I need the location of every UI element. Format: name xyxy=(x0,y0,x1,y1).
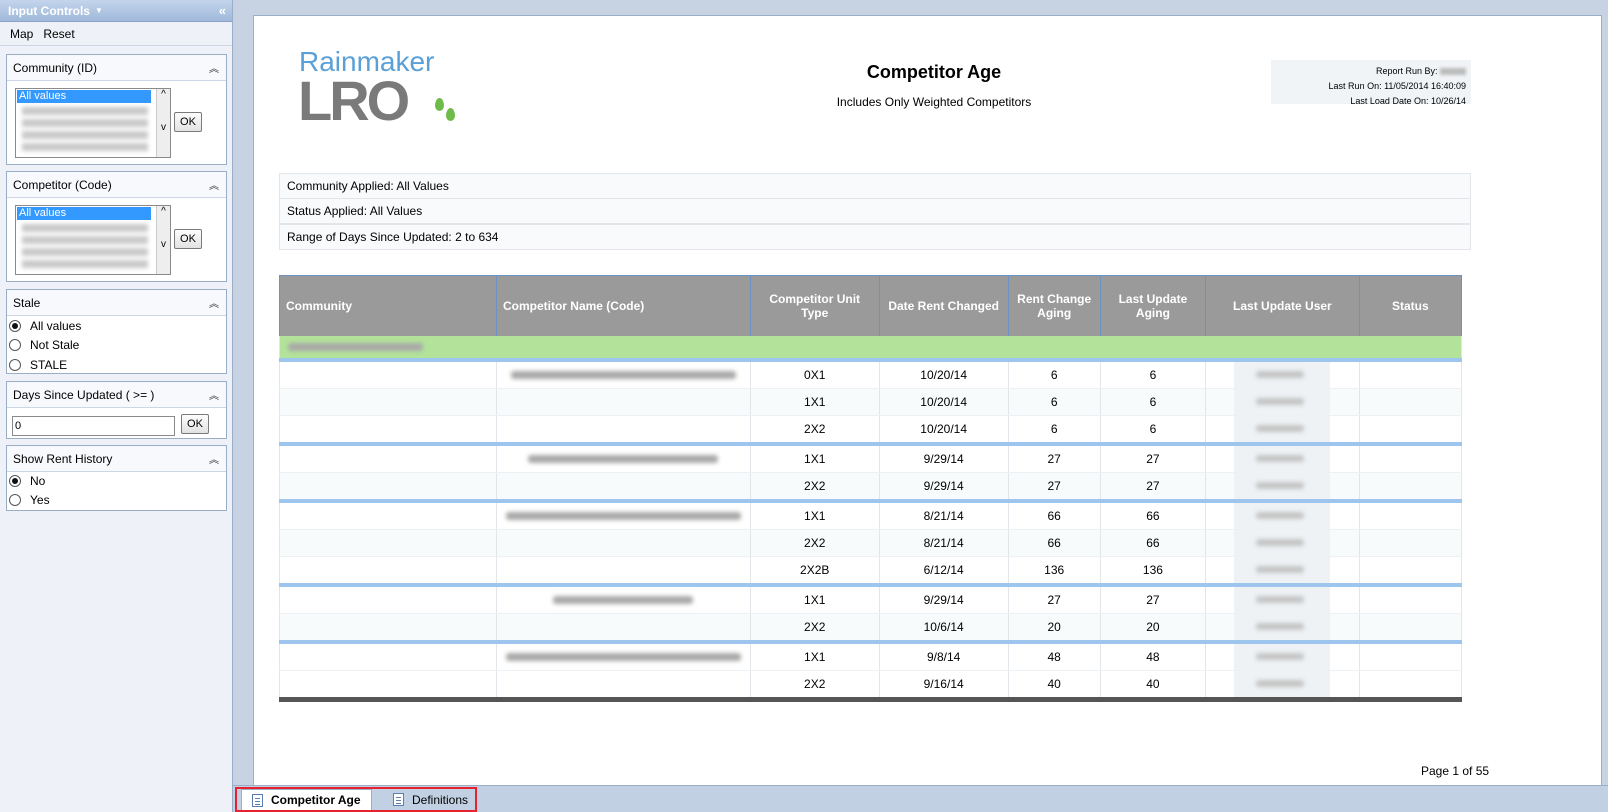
run-by-label: Report Run By: xyxy=(1375,66,1438,76)
report-tabs: Competitor Age Definitions xyxy=(233,785,1608,812)
competitor-ok-button[interactable]: OK xyxy=(174,229,202,249)
stale-label: Stale xyxy=(13,295,41,310)
table-row: 1X1 9/8/14 48 48 xyxy=(279,639,1463,671)
table-row: 2X2 10/20/14 66 xyxy=(279,415,1463,444)
stale-header[interactable]: Stale ︽ xyxy=(7,290,226,316)
stale-option-not-stale[interactable]: Not Stale xyxy=(9,338,79,352)
panel-menu: Map Reset xyxy=(0,22,232,46)
table-row: 1X1 10/20/14 66 xyxy=(279,388,1463,416)
col-header: Rent Change Aging xyxy=(1007,275,1101,336)
competitor-control: Competitor (Code) ︽ All values ^ v OK xyxy=(6,171,227,282)
listbox-selected-item[interactable]: All values xyxy=(17,207,151,220)
days-ok-button[interactable]: OK xyxy=(181,414,209,434)
community-listbox[interactable]: All values ^ v xyxy=(15,88,171,158)
chevron-up-icon[interactable]: ︽ xyxy=(209,387,219,402)
days-label: Days Since Updated ( >= ) xyxy=(13,387,155,402)
chevron-up-icon[interactable]: ︽ xyxy=(209,451,219,466)
col-header: Last Update Aging xyxy=(1099,275,1207,336)
document-icon xyxy=(393,793,404,806)
stale-control: Stale ︽ All values Not Stale STALE xyxy=(6,289,227,374)
dropdown-caret-icon[interactable]: ▼ xyxy=(95,6,103,15)
col-header: Status xyxy=(1358,275,1463,336)
table-row: 1X1 9/29/14 27 27 xyxy=(279,582,1463,614)
rent-history-control: Show Rent History ︽ No Yes xyxy=(6,445,227,511)
days-input[interactable] xyxy=(12,416,175,436)
table-header-row: Community Competitor Name (Code) Competi… xyxy=(279,275,1463,336)
table-row: 2X2 8/21/14 66 66 xyxy=(279,529,1463,557)
filter-range: Range of Days Since Updated: 2 to 634 xyxy=(279,224,1471,250)
listbox-selected-item[interactable]: All values xyxy=(17,90,151,103)
rent-history-option-no[interactable]: No xyxy=(9,474,45,488)
rent-history-label: Show Rent History xyxy=(13,451,113,466)
radio-button[interactable] xyxy=(9,320,21,332)
community-ok-button[interactable]: OK xyxy=(174,112,202,132)
document-icon xyxy=(252,793,263,807)
report-title: Competitor Age xyxy=(866,62,1002,82)
listbox-scrollbar[interactable]: ^ v xyxy=(156,89,170,157)
col-header: Date Rent Changed xyxy=(878,275,1009,336)
radio-button[interactable] xyxy=(9,475,21,487)
chevron-up-icon[interactable]: ︽ xyxy=(209,60,219,75)
days-since-updated-control: Days Since Updated ( >= ) ︽ OK xyxy=(6,381,227,439)
community-label: Community (ID) xyxy=(13,60,98,75)
page-number: Page 1 of 55 xyxy=(1421,764,1490,778)
map-menu-item[interactable]: Map xyxy=(10,27,33,41)
tab-competitor-age[interactable]: Competitor Age xyxy=(241,789,372,810)
table-row: 2X2 9/29/14 27 27 xyxy=(279,472,1463,501)
radio-button[interactable] xyxy=(9,339,21,351)
water-drop-icon xyxy=(446,108,455,121)
table-row: 1X1 9/29/14 27 27 xyxy=(279,441,1463,473)
table-row: 2X2 9/16/14 40 40 xyxy=(279,670,1463,702)
report-page: Rainmaker LRO Competitor Age Includes On… xyxy=(253,15,1602,788)
chevron-up-icon[interactable]: ︽ xyxy=(209,295,219,310)
table-row: 2X2B 6/12/14 136 136 xyxy=(279,556,1463,585)
community-header[interactable]: Community (ID) ︽ xyxy=(7,55,226,81)
filter-community: Community Applied: All Values xyxy=(279,173,1471,199)
panel-header: Input Controls ▼ « xyxy=(0,0,232,22)
listbox-scrollbar[interactable]: ^ v xyxy=(156,206,170,274)
competitor-header[interactable]: Competitor (Code) ︽ xyxy=(7,172,226,198)
rainmaker-lro-logo: Rainmaker LRO xyxy=(298,46,459,132)
table-row: 2X2 10/6/14 20 20 xyxy=(279,613,1463,642)
stale-option-stale[interactable]: STALE xyxy=(9,358,67,372)
col-header: Competitor Unit Type xyxy=(749,275,880,336)
competitor-age-table: Community Competitor Name (Code) Competi… xyxy=(279,275,1463,702)
collapse-panel-icon[interactable]: « xyxy=(219,3,226,18)
radio-button[interactable] xyxy=(9,359,21,371)
rent-history-option-yes[interactable]: Yes xyxy=(9,493,50,507)
rent-history-header[interactable]: Show Rent History ︽ xyxy=(7,446,226,472)
input-controls-panel: Input Controls ▼ « Map Reset Community (… xyxy=(0,0,233,812)
last-load-text: Last Load Date On: 10/26/14 xyxy=(1350,96,1466,106)
last-run-text: Last Run On: 11/05/2014 16:40:09 xyxy=(1328,81,1466,91)
reset-menu-item[interactable]: Reset xyxy=(43,27,74,41)
filter-status: Status Applied: All Values xyxy=(279,198,1471,224)
col-header: Last Update User xyxy=(1205,275,1360,336)
report-subtitle: Includes Only Weighted Competitors xyxy=(836,95,1032,109)
panel-title: Input Controls xyxy=(8,3,90,18)
col-header: Community xyxy=(279,275,497,336)
table-row: 1X1 8/21/14 66 66 xyxy=(279,498,1463,530)
run-info-box: Report Run By: Last Run On: 11/05/2014 1… xyxy=(1271,60,1471,106)
days-header[interactable]: Days Since Updated ( >= ) ︽ xyxy=(7,382,226,408)
chevron-up-icon[interactable]: ︽ xyxy=(209,177,219,192)
competitor-label: Competitor (Code) xyxy=(13,177,112,192)
col-header: Competitor Name (Code) xyxy=(495,275,751,336)
water-drop-icon xyxy=(435,98,444,111)
competitor-listbox[interactable]: All values ^ v xyxy=(15,205,171,275)
table-row: 0X1 10/20/14 66 xyxy=(279,359,1463,389)
community-control: Community (ID) ︽ All values ^ v OK xyxy=(6,54,227,165)
community-group-row xyxy=(279,335,1462,362)
radio-button[interactable] xyxy=(9,494,21,506)
stale-option-all[interactable]: All values xyxy=(9,319,81,333)
tab-definitions[interactable]: Definitions xyxy=(383,789,478,810)
